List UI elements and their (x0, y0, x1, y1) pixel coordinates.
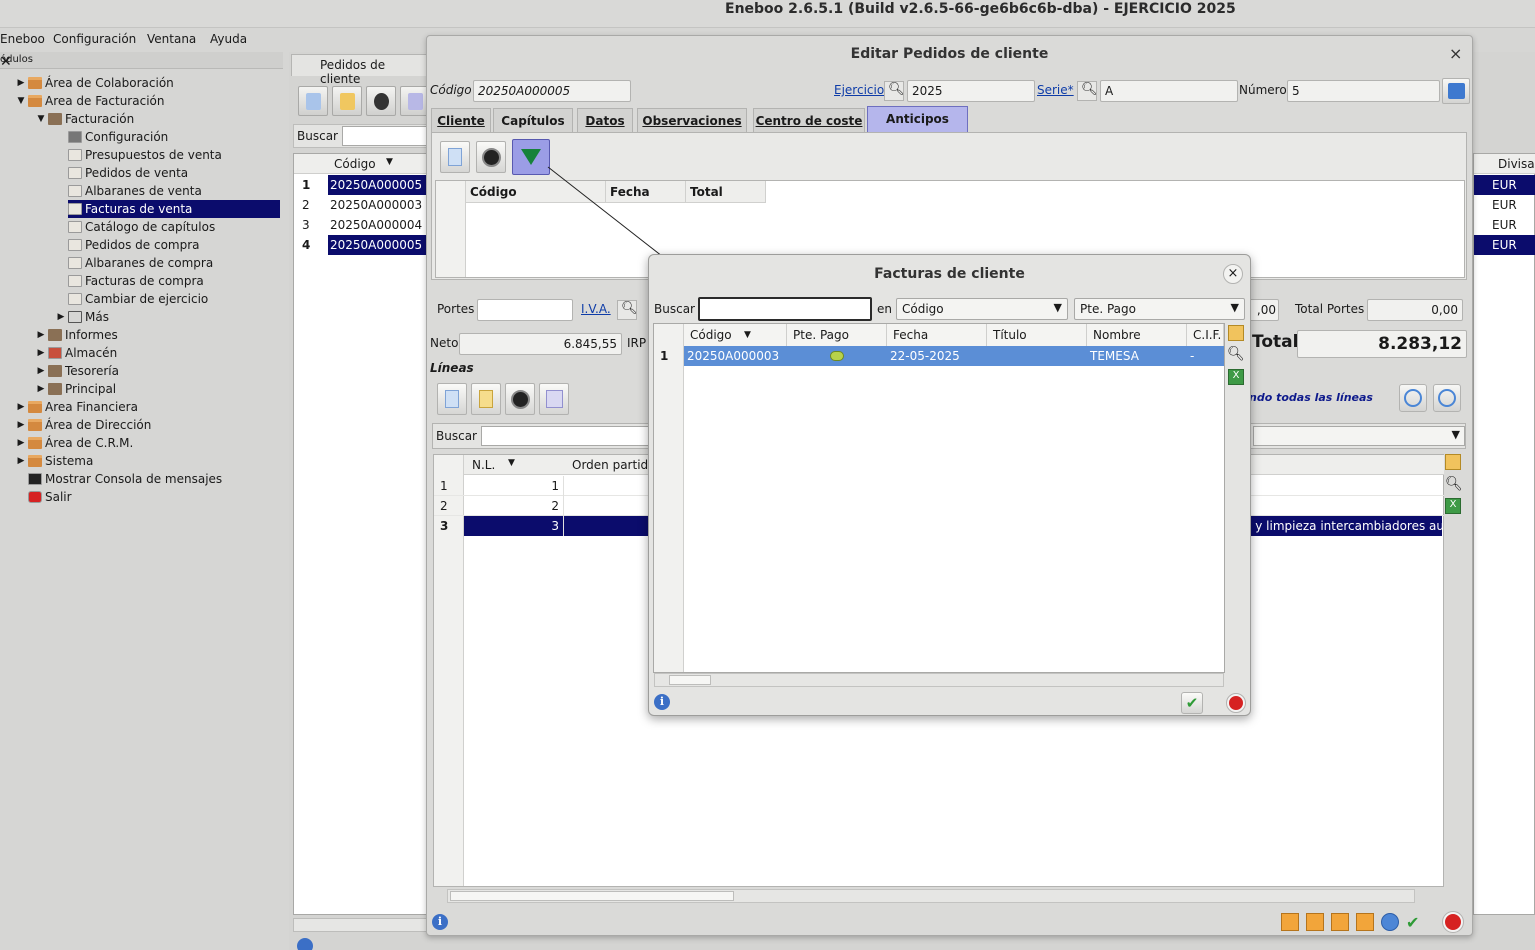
chevron-down-icon: ▼ (1230, 301, 1239, 314)
cancel-power-icon[interactable] (1226, 693, 1246, 713)
grid-search-icon[interactable]: 🔍︎ (1227, 346, 1245, 362)
sort-chevron-icon: ▼ (744, 330, 751, 340)
pending-dot-icon (830, 351, 844, 361)
info-icon[interactable]: i (654, 694, 670, 710)
filter-select[interactable]: Pte. Pago ▼ (1074, 298, 1245, 320)
en-label: en (877, 302, 892, 316)
field-select[interactable]: Código ▼ (896, 298, 1068, 320)
close-icon[interactable]: × (1223, 264, 1243, 284)
cell-fecha: 22-05-2025 (890, 349, 960, 363)
facturas-cliente-dialog: Facturas de cliente × Buscar en Código ▼ … (648, 254, 1251, 716)
cell-nombre: TEMESA (1090, 349, 1139, 363)
excel-export-icon[interactable]: X (1228, 369, 1244, 385)
facturas-grid: Código ▼ Pte. Pago Fecha Título Nombre C.… (653, 323, 1225, 673)
col-header-nombre[interactable]: Nombre (1087, 324, 1187, 346)
buscar-label: Buscar (654, 302, 695, 316)
col-header-fecha[interactable]: Fecha (887, 324, 987, 346)
col-header-titulo[interactable]: Título (987, 324, 1087, 346)
accept-check-icon[interactable]: ✔ (1181, 692, 1203, 714)
cell-cif: - (1190, 349, 1195, 363)
grid-config-icon[interactable] (1228, 325, 1244, 341)
col-header-cif[interactable]: C.I.F. (1187, 324, 1224, 346)
facturas-horizontal-scrollbar[interactable] (654, 673, 1224, 687)
chevron-down-icon: ▼ (1053, 301, 1062, 314)
cell-codigo: 20250A000003 (687, 349, 780, 363)
row-number: 1 (660, 349, 669, 363)
facturas-row-header (654, 324, 684, 672)
facturas-search-input[interactable] (698, 297, 872, 321)
col-header-pte-pago[interactable]: Pte. Pago (787, 324, 887, 346)
col-header-codigo[interactable]: Código ▼ (684, 324, 787, 346)
table-row[interactable]: 1 20250A000003 22-05-2025 TEMESA - (654, 346, 1224, 366)
facturas-dialog-title: Facturas de cliente (874, 266, 1025, 282)
